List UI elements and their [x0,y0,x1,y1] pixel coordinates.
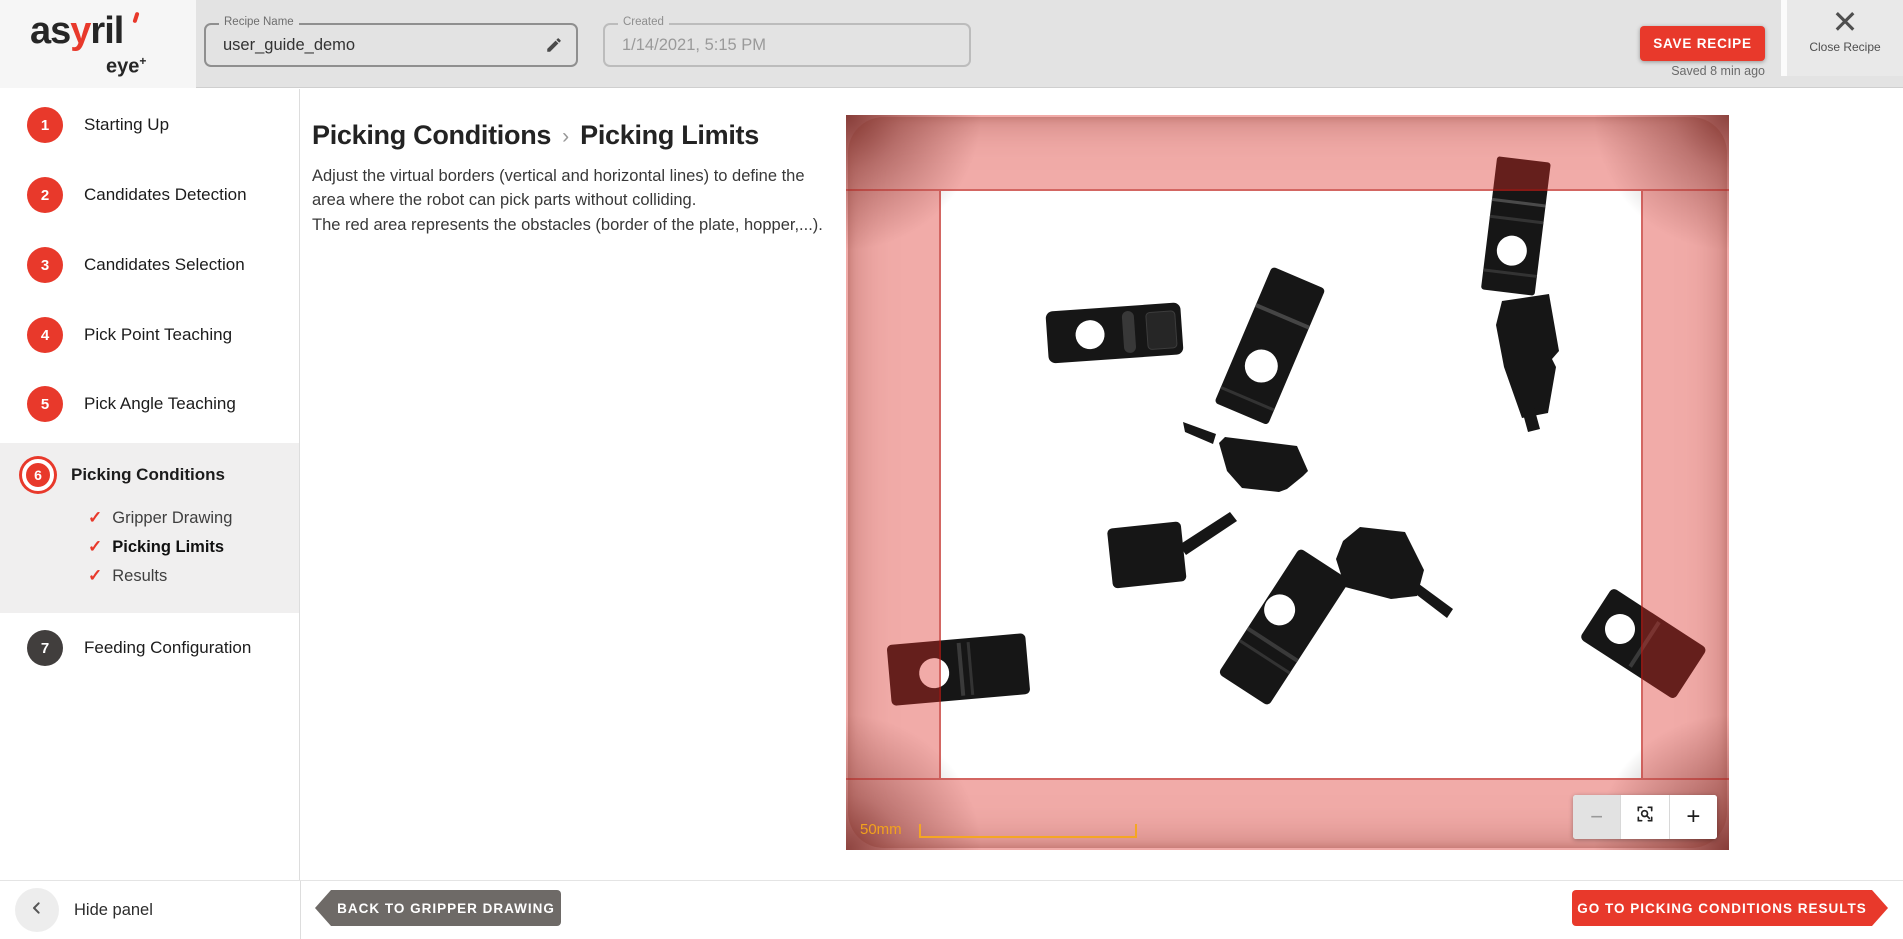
scale-label: 50mm [860,821,902,838]
picking-limit-top[interactable] [846,115,1729,191]
part-silhouette [1218,548,1350,706]
sidebar-subitem-picking-limits[interactable]: ✓ Picking Limits [0,535,299,559]
sidebar-subitem-label: Results [112,567,167,586]
part-silhouette [1183,422,1216,444]
sidebar-item-label: Pick Angle Teaching [84,394,236,414]
sidebar-item-candidates-detection[interactable]: 2 Candidates Detection [0,177,299,213]
sidebar-subitem-label: Gripper Drawing [112,509,232,528]
zoom-in-button[interactable]: + [1669,795,1717,839]
part-silhouette [1045,302,1183,363]
page-title: Picking Limits [580,120,759,151]
recipe-name-value[interactable]: user_guide_demo [223,25,355,65]
logo-accent-mark [132,12,139,24]
zoom-out-button[interactable]: − [1573,795,1620,839]
picking-limit-right[interactable] [1641,191,1729,778]
sidebar-item-label: Candidates Selection [84,255,245,275]
check-icon: ✓ [88,537,102,557]
wizard-sidebar: 1 Starting Up 2 Candidates Detection 3 C… [0,89,300,880]
recipe-name-field[interactable]: Recipe Name user_guide_demo [204,23,578,67]
part-silhouette [1413,584,1453,618]
sidebar-item-picking-conditions[interactable]: 6 Picking Conditions [0,452,299,498]
check-icon: ✓ [88,566,102,586]
sidebar-item-label: Pick Point Teaching [84,325,232,345]
description-paragraph: The red area represents the obstacles (b… [312,213,827,237]
zoom-controls: − + [1573,795,1717,839]
sidebar-subitem-gripper-drawing[interactable]: ✓ Gripper Drawing [0,506,299,530]
step-number-badge: 2 [27,177,63,213]
step-number-badge: 7 [27,630,63,666]
asyril-eye-logo: asyril eye+ [30,10,180,80]
sidebar-item-feeding-configuration[interactable]: 7 Feeding Configuration [0,630,299,666]
sidebar-item-candidates-selection[interactable]: 3 Candidates Selection [0,247,299,283]
picking-limit-left[interactable] [846,191,941,778]
close-recipe-button[interactable]: ✕ Close Recipe [1787,0,1903,76]
breadcrumb: Picking Conditions › Picking Limits [312,120,759,151]
go-to-picking-conditions-results-button[interactable]: GO TO PICKING CONDITIONS RESULTS [1572,890,1872,926]
part-silhouette [1336,527,1424,599]
page-description: Adjust the virtual borders (vertical and… [312,164,827,237]
step-number-badge: 3 [27,247,63,283]
sidebar-subitem-label: Picking Limits [112,538,224,557]
chevron-left-icon [29,900,45,921]
part-silhouette [1107,521,1187,588]
logo-zone: asyril eye+ [0,0,196,88]
created-field: Created 1/14/2021, 5:15 PM [603,23,971,67]
hide-panel-button[interactable] [15,888,59,932]
description-paragraph: Adjust the virtual borders (vertical and… [312,164,827,213]
fit-to-view-button[interactable] [1620,795,1668,839]
part-silhouette [1496,294,1559,418]
sidebar-item-pick-angle-teaching[interactable]: 5 Pick Angle Teaching [0,386,299,422]
saved-status: Saved 8 min ago [1600,64,1765,78]
step-number-badge: 5 [27,386,63,422]
footer-divider [300,881,301,939]
close-recipe-label: Close Recipe [1787,40,1903,54]
sidebar-item-label: Starting Up [84,115,169,135]
sidebar-item-label: Candidates Detection [84,185,247,205]
edit-recipe-name-button[interactable] [540,32,568,60]
part-silhouette [1219,437,1308,492]
breadcrumb-section: Picking Conditions [312,120,551,151]
part-silhouette [1179,512,1237,555]
step-number-badge: 1 [27,107,63,143]
part-silhouette [1214,266,1325,425]
sidebar-item-label: Feeding Configuration [84,638,251,658]
sidebar-subitem-results[interactable]: ✓ Results [0,564,299,588]
header: asyril eye+ Recipe Name user_guide_demo … [0,0,1903,88]
logo-brand-text: asyril [30,10,123,52]
footer-bar: Hide panel BACK TO GRIPPER DRAWING GO TO… [0,880,1903,938]
detected-parts-silhouettes [846,115,1729,850]
close-icon: ✕ [1787,0,1903,44]
scale-bar [919,824,1137,838]
created-value: 1/14/2021, 5:15 PM [622,25,766,65]
hide-panel-label[interactable]: Hide panel [74,881,153,939]
pencil-icon [545,42,563,57]
chevron-right-icon: › [562,125,569,149]
back-to-gripper-drawing-button[interactable]: BACK TO GRIPPER DRAWING [331,890,561,926]
fit-to-view-icon [1635,803,1655,831]
step-number-badge: 6 [22,459,54,491]
check-icon: ✓ [88,508,102,528]
sidebar-item-label: Picking Conditions [71,465,225,485]
logo-sub-text: eye+ [106,54,146,79]
save-recipe-button[interactable]: SAVE RECIPE [1640,26,1765,61]
step-number-badge: 4 [27,317,63,353]
camera-image-viewer: 50mm − + [846,115,1729,850]
sidebar-item-starting-up[interactable]: 1 Starting Up [0,107,299,143]
sidebar-item-pick-point-teaching[interactable]: 4 Pick Point Teaching [0,317,299,353]
